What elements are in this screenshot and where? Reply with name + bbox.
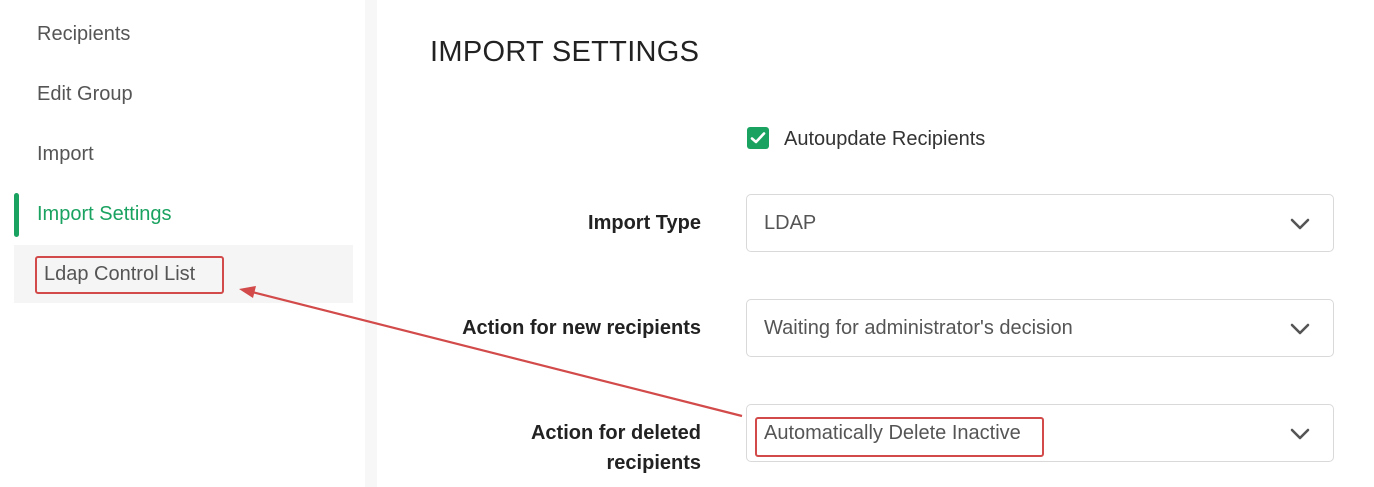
deleted-recipients-label-line1: Action for deleted bbox=[530, 422, 701, 444]
new-recipients-action-select[interactable]: Waiting for administrator's decision bbox=[746, 299, 1334, 357]
sidebar-item-import-settings[interactable]: Import Settings bbox=[37, 202, 172, 226]
autoupdate-checkbox[interactable] bbox=[747, 127, 769, 149]
import-type-value: LDAP bbox=[764, 212, 817, 234]
deleted-recipients-action-label: Action for deleted recipients bbox=[531, 418, 701, 478]
sidebar-divider bbox=[365, 0, 377, 487]
sidebar-item-import[interactable]: Import bbox=[37, 142, 94, 166]
check-icon bbox=[750, 132, 766, 144]
sidebar: Recipients Edit Group Import Import Sett… bbox=[0, 0, 365, 487]
sidebar-item-edit-group[interactable]: Edit Group bbox=[37, 82, 133, 106]
sidebar-item-ldap-control-list[interactable]: Ldap Control List bbox=[44, 262, 195, 286]
deleted-recipients-label-line2: recipients bbox=[606, 452, 701, 474]
chevron-down-icon bbox=[1290, 218, 1310, 230]
chevron-down-icon bbox=[1290, 323, 1310, 335]
chevron-down-icon bbox=[1290, 428, 1310, 440]
sidebar-item-recipients[interactable]: Recipients bbox=[37, 22, 130, 46]
deleted-recipients-action-value: Automatically Delete Inactive bbox=[764, 422, 1021, 444]
import-type-select[interactable]: LDAP bbox=[746, 194, 1334, 252]
new-recipients-action-value: Waiting for administrator's decision bbox=[764, 317, 1073, 339]
import-settings-page: Recipients Edit Group Import Import Sett… bbox=[0, 0, 1374, 487]
active-indicator bbox=[14, 193, 19, 237]
deleted-recipients-action-select[interactable]: Automatically Delete Inactive bbox=[746, 404, 1334, 462]
new-recipients-action-label: Action for new recipients bbox=[462, 317, 701, 339]
import-type-label: Import Type bbox=[588, 212, 701, 234]
page-title: IMPORT SETTINGS bbox=[430, 36, 700, 68]
autoupdate-label: Autoupdate Recipients bbox=[784, 128, 986, 150]
